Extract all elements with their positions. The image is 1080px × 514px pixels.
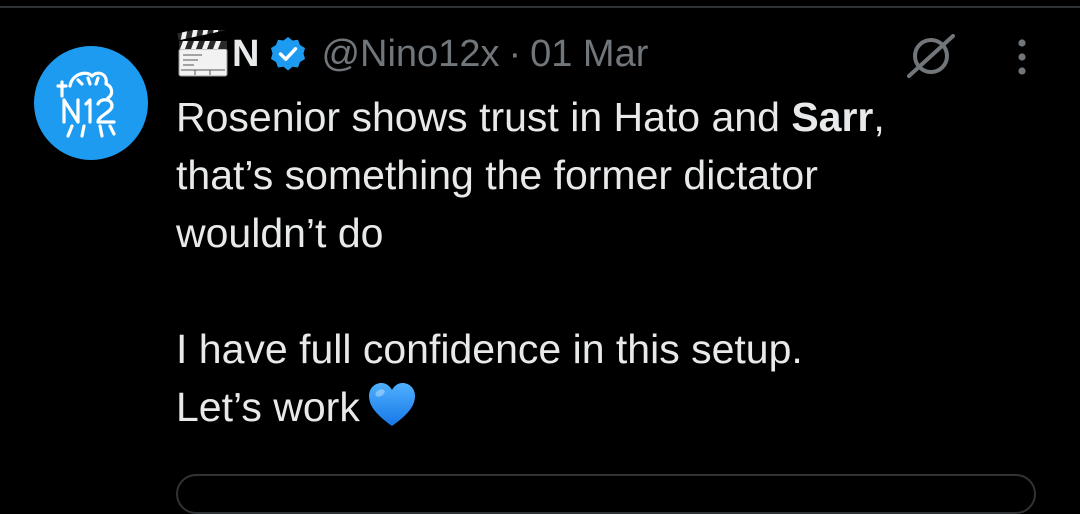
verified-badge-icon[interactable] bbox=[269, 35, 307, 73]
display-name[interactable]: N bbox=[232, 33, 259, 76]
tweet-text: Rosenior shows trust in Hato and Sarr, t… bbox=[176, 88, 1056, 436]
tweet-text-line-1: Rosenior shows trust in Hato and Sarr, bbox=[176, 88, 1056, 146]
tweet-text-segment: Rosenior shows trust in Hato and bbox=[176, 94, 792, 140]
tweet-header: N @Nino12x · 01 Mar bbox=[176, 26, 648, 82]
tweet-text-segment: Let’s work bbox=[176, 384, 360, 430]
grok-icon[interactable] bbox=[903, 32, 959, 80]
tweet[interactable]: N @Nino12x · 01 Mar Rosenior shows trust… bbox=[0, 0, 1080, 514]
clapper-board-icon bbox=[176, 30, 230, 78]
lion-crest-icon bbox=[56, 71, 116, 138]
tweet-top-divider bbox=[0, 0, 1080, 8]
avatar[interactable] bbox=[34, 46, 148, 160]
separator-dot: · bbox=[508, 32, 522, 75]
tweet-text-line-3: wouldn’t do bbox=[176, 210, 384, 256]
more-options-icon[interactable] bbox=[1010, 36, 1034, 78]
tweet-text-line-5: Let’s work bbox=[176, 378, 1056, 436]
author-handle[interactable]: @Nino12x bbox=[321, 33, 499, 76]
bold-mention-sarr: Sarr bbox=[791, 94, 874, 140]
tweet-date[interactable]: 01 Mar bbox=[530, 33, 648, 76]
tweet-text-line-4: I have full confidence in this setup. bbox=[176, 326, 803, 372]
tweet-text-segment: , bbox=[873, 94, 885, 140]
blue-heart-icon bbox=[366, 381, 418, 429]
tweet-text-line-2: that’s something the former dictator bbox=[176, 152, 818, 198]
media-card-edge[interactable] bbox=[176, 474, 1036, 514]
